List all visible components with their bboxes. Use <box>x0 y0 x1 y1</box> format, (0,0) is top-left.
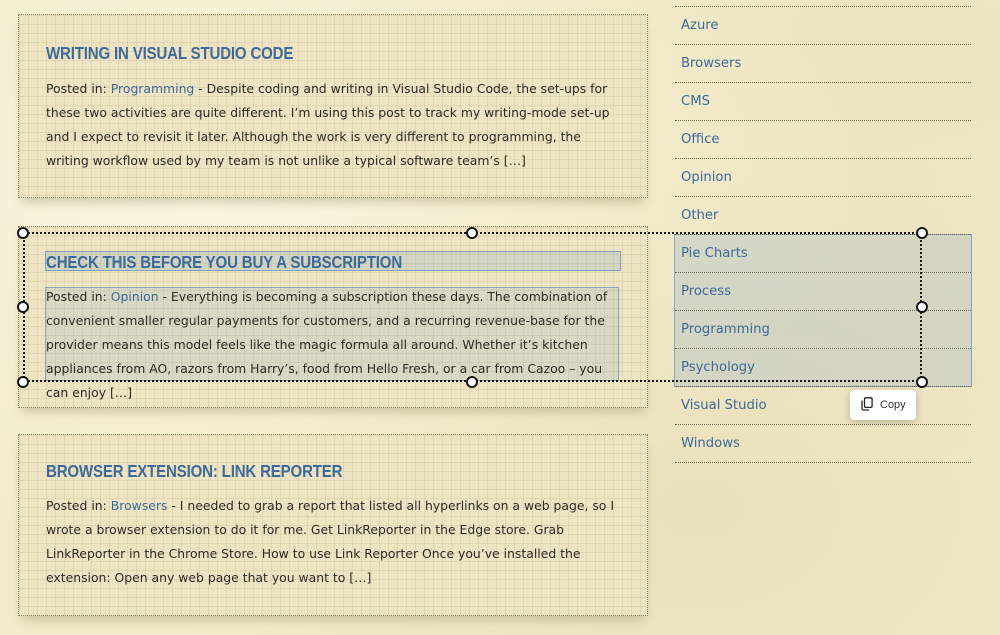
copy-button[interactable]: Copy <box>850 390 916 420</box>
post-excerpt: Posted in: Programming - Despite coding … <box>46 77 624 173</box>
post-excerpt: Posted in: Browsers - I needed to grab a… <box>46 494 624 590</box>
resize-handle-bottom-right[interactable] <box>916 376 928 388</box>
post-title-link[interactable]: Browser Extension: Link Reporter <box>46 461 343 482</box>
excerpt-text: - Everything is becoming a subscription … <box>46 289 608 400</box>
category-link-windows[interactable]: Windows <box>681 436 740 451</box>
category-item: Programming <box>675 311 971 349</box>
resize-handle-left[interactable] <box>17 301 29 313</box>
post-card: Writing in Visual Studio Code Posted in:… <box>18 14 648 198</box>
category-link-process[interactable]: Process <box>681 284 731 299</box>
category-item: Opinion <box>675 159 971 197</box>
resize-handle-top-left[interactable] <box>17 227 29 239</box>
resize-handle-top-right[interactable] <box>916 227 928 239</box>
category-item: Pie Charts <box>675 235 971 273</box>
category-link-azure[interactable]: Azure <box>681 18 719 33</box>
category-item: Browsers <box>675 45 971 83</box>
post-title-link[interactable]: Check this before you buy a subscription <box>46 252 402 273</box>
category-link-programming[interactable]: Programming <box>681 322 770 337</box>
category-item: Visual Studio <box>675 387 971 425</box>
category-link-psychology[interactable]: Psychology <box>681 360 755 375</box>
category-link-visual-studio[interactable]: Visual Studio <box>681 398 767 413</box>
copy-label: Copy <box>880 399 906 411</box>
category-link-pie-charts[interactable]: Pie Charts <box>681 246 748 261</box>
posted-in-label: Posted in: <box>46 81 107 96</box>
post-title-link[interactable]: Writing in Visual Studio Code <box>46 43 293 64</box>
resize-handle-bottom-left[interactable] <box>17 376 29 388</box>
category-link-opinion[interactable]: Opinion <box>681 170 732 185</box>
post-category-link[interactable]: Programming <box>111 81 195 96</box>
post-category-link[interactable]: Browsers <box>111 498 168 513</box>
category-item: Azure <box>675 7 971 45</box>
post-excerpt: Posted in: Opinion - Everything is becom… <box>46 285 624 405</box>
category-link-browsers[interactable]: Browsers <box>681 56 741 71</box>
posted-in-label: Posted in: <box>46 498 107 513</box>
copy-icon <box>861 396 873 415</box>
category-item: Office <box>675 121 971 159</box>
resize-handle-bottom[interactable] <box>466 376 478 388</box>
category-item: CMS <box>675 83 971 121</box>
category-link-office[interactable]: Office <box>681 132 720 147</box>
post-card: Browser Extension: Link Reporter Posted … <box>18 434 648 616</box>
posted-in-label: Posted in: <box>46 289 107 304</box>
category-item: Windows <box>675 425 971 463</box>
post-card: Check this before you buy a subscription… <box>18 226 648 408</box>
resize-handle-top[interactable] <box>466 227 478 239</box>
category-link-other[interactable]: Other <box>681 208 718 223</box>
category-link-cms[interactable]: CMS <box>681 94 710 109</box>
resize-handle-right[interactable] <box>916 301 928 313</box>
post-category-link[interactable]: Opinion <box>111 289 159 304</box>
